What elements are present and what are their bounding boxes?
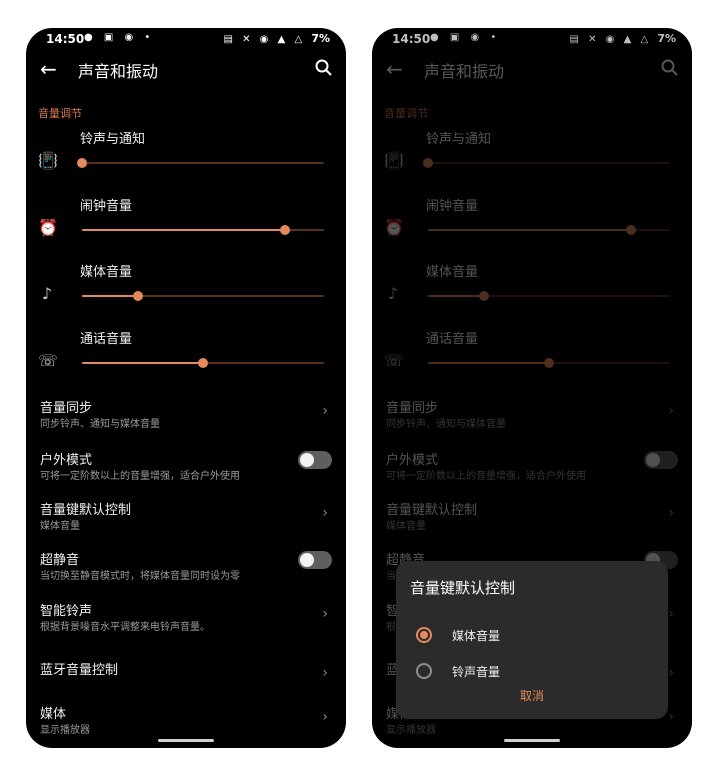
setting-subtitle: 同步铃声、通知与媒体音量 <box>40 419 160 430</box>
setting-title: 媒体 <box>40 707 67 722</box>
toggle-switch[interactable] <box>298 451 332 469</box>
chevron-right-icon: › <box>322 606 328 622</box>
radio-button-ringtone[interactable] <box>416 663 432 679</box>
chevron-right-icon: › <box>322 403 328 419</box>
cancel-button[interactable]: 取消 <box>396 687 668 704</box>
vibrate-icon: 📳 <box>38 151 58 170</box>
slider-track <box>82 162 324 164</box>
volume-slider[interactable] <box>77 158 324 168</box>
volume-slider[interactable] <box>82 291 324 301</box>
music-note-icon: ♪ <box>41 284 53 303</box>
volume-label: 铃声与通知 <box>80 132 146 147</box>
setting-row[interactable]: 超静音当切换至静音模式时，将媒体音量同时设为零 <box>26 549 346 597</box>
volume-slider[interactable] <box>82 225 324 235</box>
volume-row: ☏ 通话音量 <box>26 328 346 394</box>
dialog-title: 音量键默认控制 <box>410 579 516 597</box>
system-icons: ▤ ✕ ◉ ▲ △ 7% <box>223 32 330 45</box>
notification-icons: ● ▣ ◉ • <box>84 32 155 43</box>
slider-thumb[interactable] <box>77 158 87 168</box>
volume-label: 通话音量 <box>80 332 133 347</box>
setting-row[interactable]: 音量键默认控制媒体音量 › <box>26 499 346 547</box>
setting-row[interactable]: 蓝牙音量控制 › <box>26 659 346 707</box>
setting-subtitle: 当切换至静音模式时，将媒体音量同时设为零 <box>40 571 240 582</box>
volume-label: 闹钟音量 <box>80 199 133 214</box>
chevron-right-icon: › <box>322 505 328 521</box>
setting-row[interactable]: 户外模式可将一定阶数以上的音量增强，适合户外使用 <box>26 449 346 497</box>
setting-title: 音量同步 <box>40 401 93 416</box>
setting-title: 音量键默认控制 <box>40 503 132 518</box>
setting-title: 蓝牙音量控制 <box>40 663 119 678</box>
chevron-right-icon: › <box>322 709 328 725</box>
volume-row: ♪ 媒体音量 <box>26 261 346 327</box>
radio-option-ringtone[interactable]: 铃声音量 <box>396 657 668 687</box>
radio-button-media[interactable] <box>416 627 432 643</box>
battery-level: 7% <box>311 32 330 45</box>
volume-label: 媒体音量 <box>80 265 133 280</box>
alarm-icon: ⏰ <box>38 218 58 237</box>
setting-subtitle: 根据背景噪音水平调整来电铃声音量。 <box>40 622 210 633</box>
section-header-volume: 音量调节 <box>38 107 82 120</box>
status-time: 14:50 <box>46 32 85 46</box>
radio-label: 媒体音量 <box>452 629 501 643</box>
slider-fill <box>82 362 203 364</box>
setting-title: 超静音 <box>40 553 80 568</box>
radio-label: 铃声音量 <box>452 665 501 679</box>
setting-subtitle: 媒体音量 <box>40 521 80 532</box>
setting-subtitle: 可将一定阶数以上的音量增强，适合户外使用 <box>40 471 240 482</box>
slider-thumb[interactable] <box>198 358 208 368</box>
chevron-right-icon: › <box>322 665 328 681</box>
phone-screen-dialog: 14:50 ● ▣ ◉ • ▤ ✕ ◉ ▲ △ 7% ← 声音和振动 音量调节 📳… <box>372 28 692 748</box>
slider-fill <box>82 229 286 231</box>
setting-subtitle: 显示播放器 <box>40 725 90 736</box>
radio-option-media[interactable]: 媒体音量 <box>396 621 668 651</box>
toggle-knob <box>300 553 314 567</box>
slider-thumb[interactable] <box>132 291 143 301</box>
setting-row[interactable]: 智能铃声根据背景噪音水平调整来电铃声音量。 › <box>26 600 346 648</box>
toggle-knob <box>300 453 314 467</box>
slider-fill <box>82 295 138 297</box>
volume-row: ⏰ 闹钟音量 <box>26 195 346 261</box>
volume-row: 📳 铃声与通知 <box>26 128 346 194</box>
back-arrow-icon[interactable]: ← <box>40 58 62 80</box>
setting-row[interactable]: 音量同步同步铃声、通知与媒体音量 › <box>26 397 346 445</box>
setting-title: 户外模式 <box>40 453 93 468</box>
setting-title: 智能铃声 <box>40 604 93 619</box>
home-indicator[interactable] <box>504 739 560 742</box>
page-title: 声音和振动 <box>78 62 159 81</box>
app-bar: ← 声音和振动 <box>26 50 346 94</box>
phone-screen-settings: 14:50 ● ▣ ◉ • ▤ ✕ ◉ ▲ △ 7% ← 声音和振动 音量调节 📳… <box>26 28 346 748</box>
search-icon[interactable] <box>314 58 334 78</box>
slider-thumb[interactable] <box>280 225 291 235</box>
status-bar: 14:50 ● ▣ ◉ • ▤ ✕ ◉ ▲ △ 7% <box>26 28 346 50</box>
toggle-switch[interactable] <box>298 551 332 569</box>
volume-key-dialog: 音量键默认控制 媒体音量 铃声音量 取消 <box>396 561 668 719</box>
home-indicator[interactable] <box>158 739 214 742</box>
volume-slider[interactable] <box>82 358 324 368</box>
phone-icon: ☏ <box>38 351 59 370</box>
